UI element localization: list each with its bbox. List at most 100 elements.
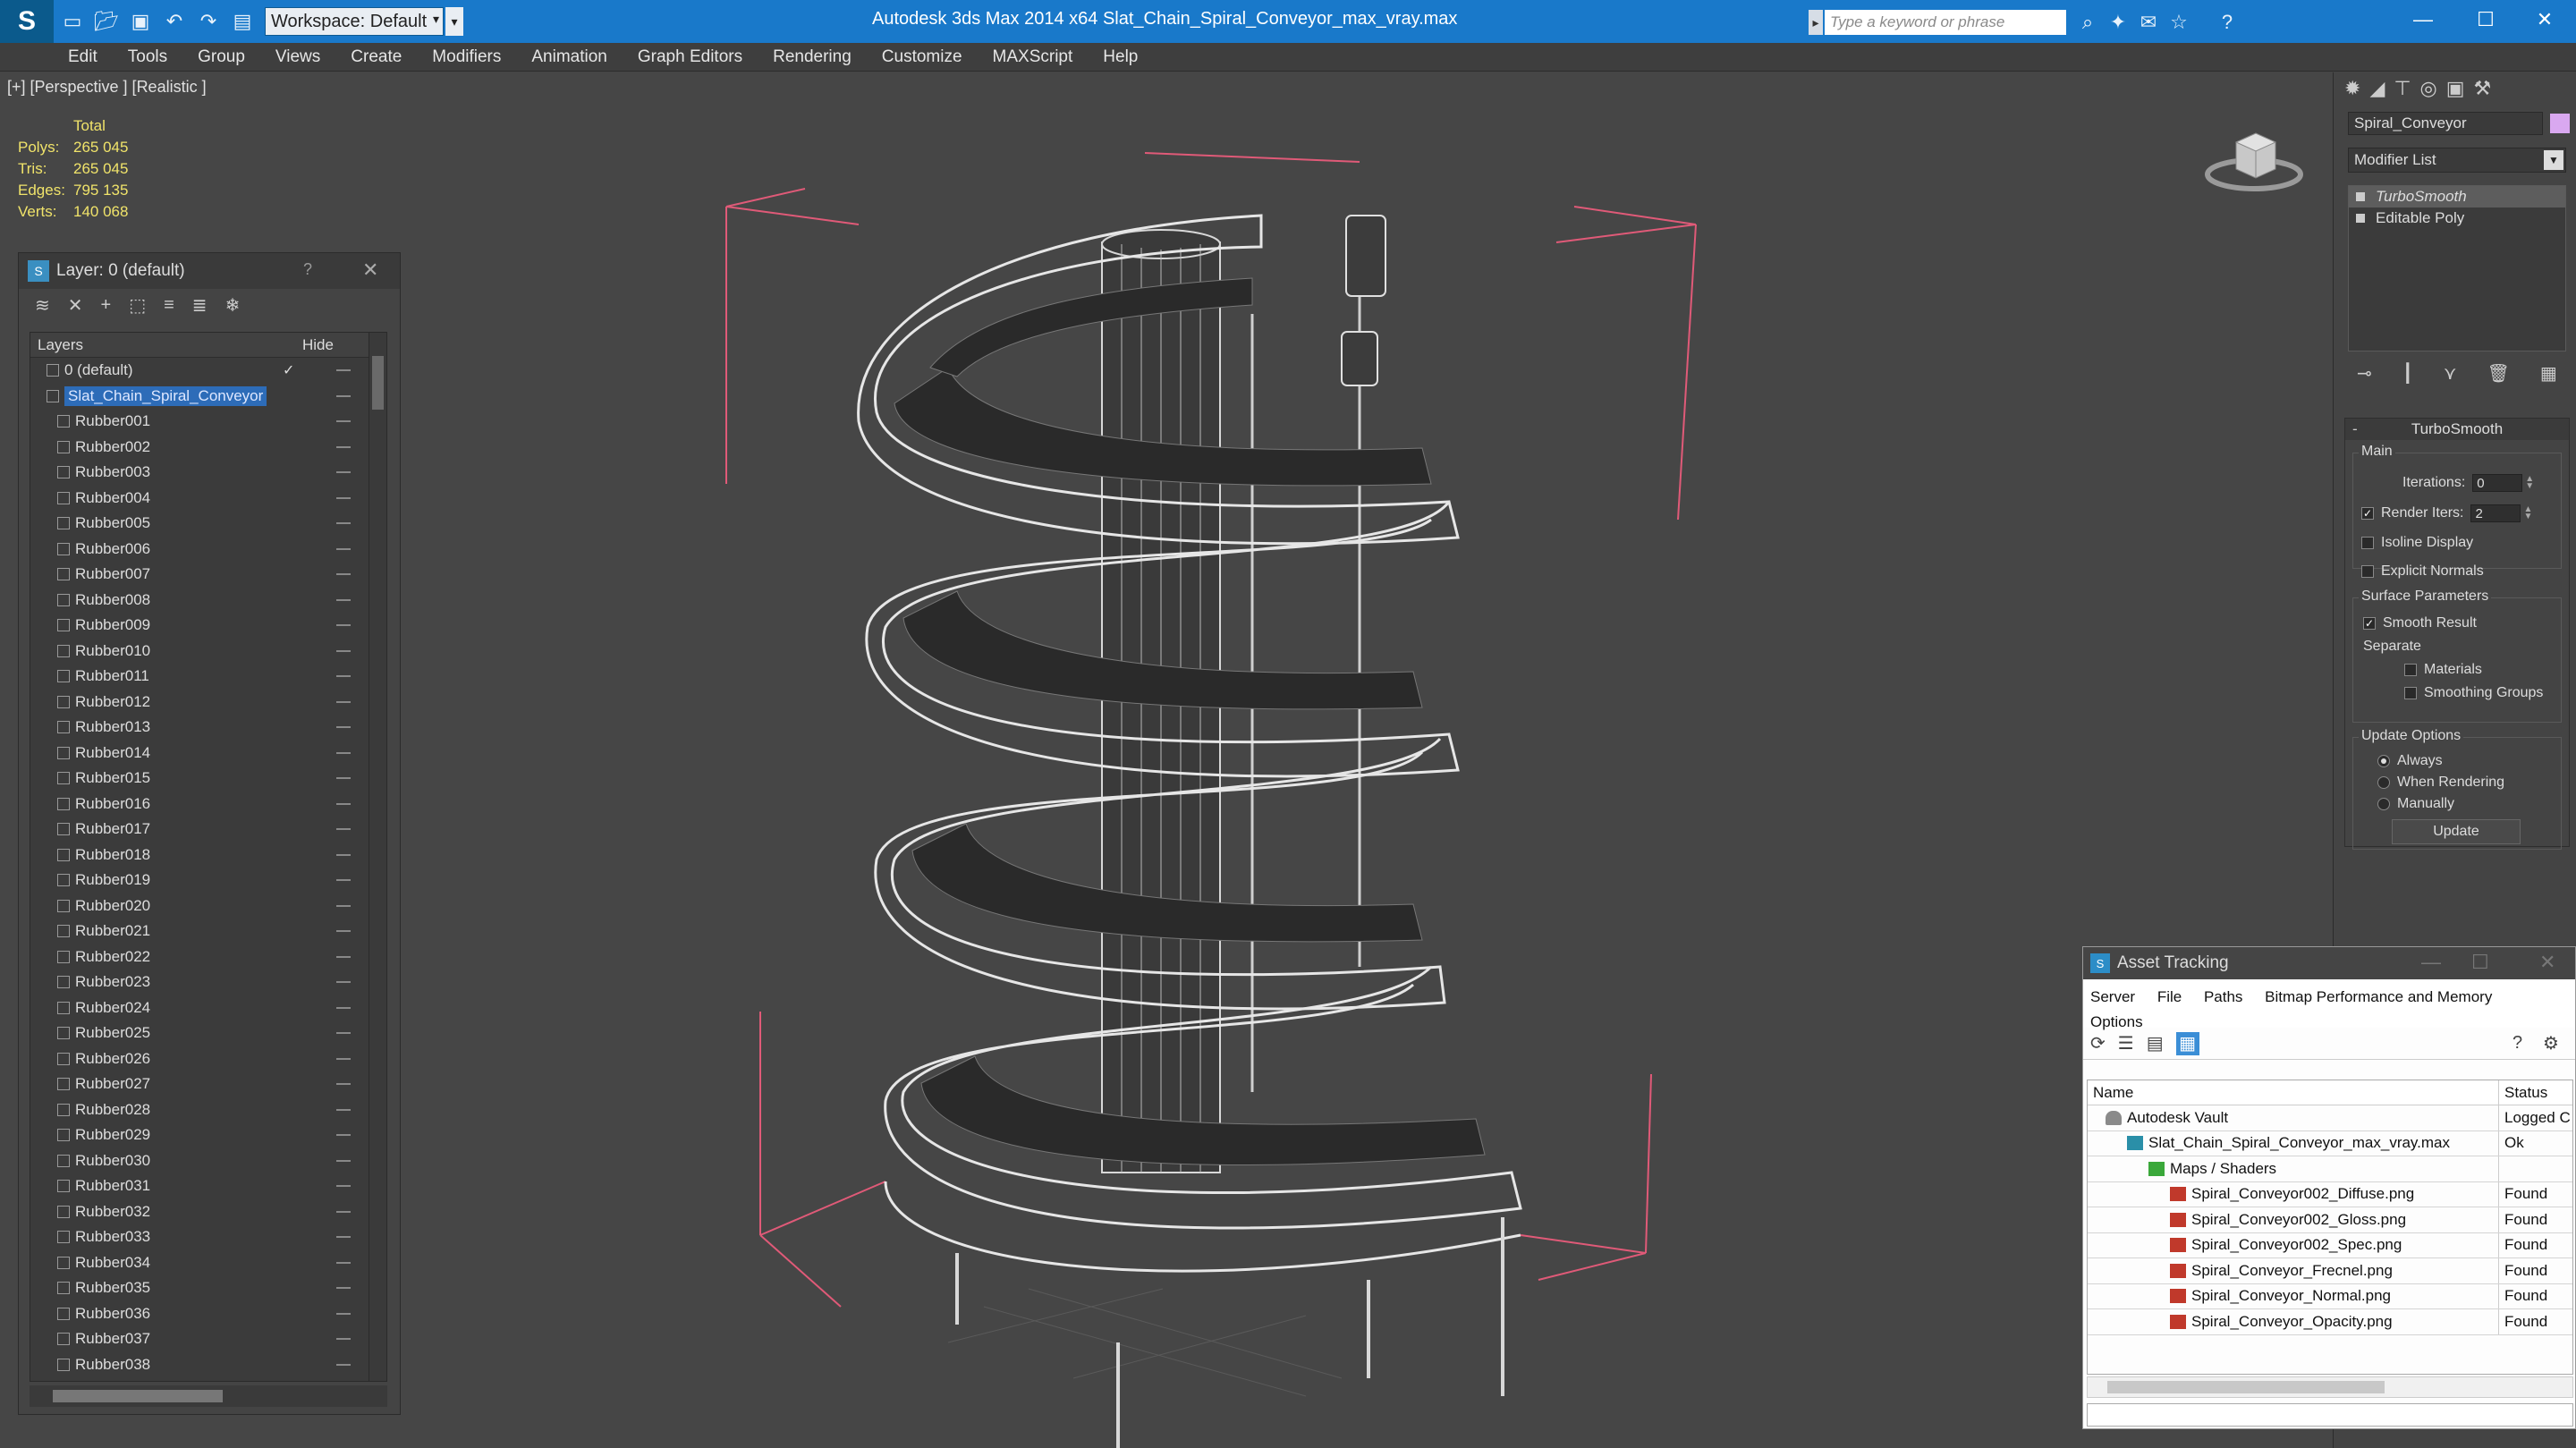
layer-row[interactable]: Rubber016 — [30, 792, 386, 817]
when-rendering-radio[interactable] — [2377, 776, 2390, 789]
hide-toggle-icon[interactable] — [336, 1032, 351, 1034]
asset-table[interactable]: Name Status Autodesk Vault Logged C Slat_C… — [2087, 1080, 2573, 1375]
asset-tracking-dialog[interactable]: S Asset Tracking — ☐ ✕ Server File Paths… — [2082, 946, 2576, 1429]
hide-toggle-icon[interactable] — [336, 1057, 351, 1060]
layer-row[interactable]: Rubber035 — [30, 1275, 386, 1301]
hide-toggle-icon[interactable] — [336, 1287, 351, 1289]
object-icon[interactable] — [57, 1205, 70, 1218]
hide-toggle-icon[interactable] — [336, 496, 351, 499]
layer-row[interactable]: Rubber028 — [30, 1097, 386, 1123]
object-icon[interactable] — [57, 1154, 70, 1167]
layer-icon[interactable] — [47, 364, 59, 377]
help-icon[interactable]: ? — [2213, 9, 2241, 36]
asset-row[interactable]: Spiral_Conveyor002_Diffuse.png Found — [2088, 1181, 2572, 1207]
hide-toggle-icon[interactable] — [336, 700, 351, 703]
layer-row[interactable]: Rubber004 — [30, 486, 386, 512]
search-input[interactable]: Type a keyword or phrase — [1825, 10, 2066, 35]
explicit-normals-option[interactable]: Explicit Normals — [2361, 563, 2484, 580]
hierarchy-tab-icon[interactable]: ⊤ — [2394, 77, 2411, 100]
layer-row[interactable]: Rubber023 — [30, 970, 386, 995]
table-view-icon[interactable]: ▤ — [2147, 1032, 2164, 1054]
layer-row[interactable]: Rubber001 — [30, 409, 386, 435]
object-icon[interactable] — [57, 899, 70, 912]
asset-row[interactable]: Spiral_Conveyor002_Gloss.png Found — [2088, 1207, 2572, 1233]
object-icon[interactable] — [57, 797, 70, 810]
create-tab-icon[interactable]: ✹ — [2344, 77, 2360, 100]
hide-toggle-icon[interactable] — [336, 573, 351, 575]
object-icon[interactable] — [57, 695, 70, 708]
object-icon[interactable] — [57, 542, 70, 555]
column-layers[interactable]: Layers — [30, 336, 279, 354]
always-radio[interactable] — [2377, 755, 2390, 767]
object-icon[interactable] — [57, 874, 70, 887]
hide-toggle-icon[interactable] — [336, 1108, 351, 1111]
menu-modifiers[interactable]: Modifiers — [432, 47, 501, 67]
hide-toggle-icon[interactable] — [336, 1338, 351, 1340]
favorites-star-icon[interactable]: ☆ — [2165, 9, 2193, 36]
explicit-normals-checkbox[interactable] — [2361, 565, 2374, 578]
asset-row[interactable]: Autodesk Vault Logged C — [2088, 1105, 2572, 1131]
stack-item-turbosmooth[interactable]: TurboSmooth — [2349, 186, 2565, 207]
layer-row[interactable]: Rubber026 — [30, 1046, 386, 1072]
viewcube-icon[interactable] — [2200, 117, 2308, 198]
menu-file[interactable]: File — [2157, 988, 2182, 1005]
scrollbar-thumb[interactable] — [372, 356, 384, 410]
layer-row[interactable]: Rubber011 — [30, 664, 386, 690]
layer-row[interactable]: Rubber029 — [30, 1122, 386, 1148]
object-icon[interactable] — [57, 1129, 70, 1142]
hide-toggle-icon[interactable] — [336, 828, 351, 830]
hide-toggle-icon[interactable] — [336, 1236, 351, 1238]
object-icon[interactable] — [57, 1333, 70, 1346]
current-layer-check-icon[interactable]: ✓ — [283, 361, 294, 379]
configure-sets-icon[interactable]: ▦ — [2540, 362, 2557, 391]
menu-edit[interactable]: Edit — [68, 47, 97, 67]
hide-toggle-icon[interactable] — [336, 955, 351, 958]
object-icon[interactable] — [57, 1078, 70, 1091]
layer-row[interactable]: Rubber009 — [30, 613, 386, 639]
layer-vertical-scrollbar[interactable] — [369, 333, 386, 1381]
menu-views[interactable]: Views — [275, 47, 320, 67]
hide-toggle-icon[interactable] — [336, 420, 351, 422]
layer-icon[interactable] — [47, 389, 59, 402]
maximize-icon[interactable]: ☐ — [2471, 951, 2489, 974]
menu-bitmap-performance[interactable]: Bitmap Performance and Memory — [2265, 988, 2492, 1005]
object-icon[interactable] — [57, 644, 70, 657]
show-end-result-icon[interactable]: ┃ — [2402, 362, 2413, 391]
make-unique-icon[interactable]: ⋎ — [2444, 362, 2457, 391]
options-icon[interactable]: ⚙︎ — [2543, 1032, 2559, 1054]
object-icon[interactable] — [57, 619, 70, 632]
menu-maxscript[interactable]: MAXScript — [993, 47, 1073, 67]
menu-help[interactable]: Help — [1103, 47, 1138, 67]
bulb-icon[interactable] — [2356, 192, 2365, 201]
minimize-icon[interactable]: — — [2392, 0, 2454, 39]
object-icon[interactable] — [57, 568, 70, 581]
menu-create[interactable]: Create — [351, 47, 402, 67]
workspace-dropdown[interactable]: Workspace: Default ▾ — [265, 7, 444, 36]
asset-row[interactable]: Spiral_Conveyor_Normal.png Found — [2088, 1283, 2572, 1309]
smooth-result-checkbox[interactable]: ✓ — [2363, 617, 2376, 630]
layer-horizontal-scrollbar[interactable] — [30, 1385, 387, 1407]
spinner-arrows-icon[interactable]: ▲ ▼ — [2523, 505, 2532, 521]
delete-layer-icon[interactable]: ✕ — [68, 294, 83, 317]
layer-row[interactable]: Rubber005 — [30, 511, 386, 537]
render-iters-spinner[interactable]: 2 — [2470, 504, 2521, 522]
menu-server[interactable]: Server — [2090, 988, 2135, 1005]
layer-row[interactable]: Rubber006 — [30, 537, 386, 563]
layer-row[interactable]: Rubber022 — [30, 944, 386, 970]
asset-horizontal-scrollbar[interactable] — [2087, 1376, 2573, 1398]
open-file-icon[interactable]: 📂︎ — [91, 6, 122, 37]
layer-row[interactable]: Rubber027 — [30, 1071, 386, 1097]
layer-row[interactable]: Rubber038 — [30, 1352, 386, 1378]
object-icon[interactable] — [57, 491, 70, 504]
hide-toggle-icon[interactable] — [336, 1261, 351, 1264]
materials-checkbox[interactable] — [2404, 664, 2417, 676]
object-icon[interactable] — [57, 1307, 70, 1320]
object-icon[interactable] — [57, 466, 70, 479]
layer-row[interactable]: Rubber008 — [30, 588, 386, 614]
layer-row[interactable]: Rubber030 — [30, 1148, 386, 1174]
layer-row[interactable]: Rubber003 — [30, 460, 386, 486]
object-icon[interactable] — [57, 1052, 70, 1065]
layer-row[interactable]: Rubber017 — [30, 817, 386, 843]
select-objects-icon[interactable]: ⬚ — [129, 294, 146, 317]
object-icon[interactable] — [57, 950, 70, 963]
